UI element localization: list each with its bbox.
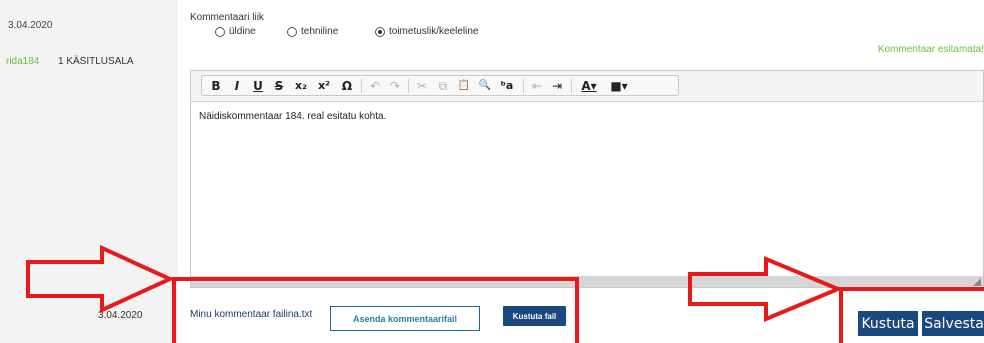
editor-statusbar	[191, 276, 983, 287]
comment-date: 3.04.2020	[8, 20, 53, 31]
special-char-button[interactable]: Ω	[340, 79, 354, 93]
subscript-button[interactable]: x₂	[293, 79, 309, 93]
radio-label: üldine	[229, 26, 256, 37]
left-sidebar	[0, 0, 178, 343]
radio-tehniline[interactable]: tehniline	[287, 26, 338, 37]
strikethrough-button[interactable]: S	[273, 79, 285, 93]
radio-selected-icon[interactable]	[375, 26, 385, 37]
find-icon[interactable]: 🔍	[478, 79, 492, 93]
underline-button[interactable]: U	[252, 79, 264, 93]
unsubmitted-notice: Kommentaar esitamata!	[877, 44, 984, 55]
editor-content[interactable]: Näidiskommentaar 184. real esitatu kohta…	[199, 111, 386, 122]
toolbar-separator	[571, 79, 572, 93]
toolbar-group: B I U S x₂ x² Ω ↶ ↷ ✂ ⧉ 📋 🔍 ᵇa ⇤ ⇥ A▾ ■▾	[201, 75, 679, 96]
delete-button[interactable]: Kustuta	[858, 311, 918, 336]
radio-label: toimetuslik/keeleline	[389, 26, 479, 37]
italic-button[interactable]: I	[231, 79, 243, 93]
editor-toolbar: B I U S x₂ x² Ω ↶ ↷ ✂ ⧉ 📋 🔍 ᵇa ⇤ ⇥ A▾ ■▾	[191, 71, 983, 102]
outdent-icon[interactable]: ⇤	[530, 79, 544, 93]
radio-label: tehniline	[301, 26, 339, 37]
superscript-button[interactable]: x²	[316, 79, 332, 93]
resize-handle-icon[interactable]	[973, 278, 981, 286]
copy-icon[interactable]: ⧉	[436, 79, 450, 93]
replace-icon[interactable]: ᵇa	[499, 79, 515, 93]
row-link[interactable]: rida184	[6, 56, 39, 67]
undo-icon[interactable]: ↶	[368, 79, 382, 93]
cut-icon[interactable]: ✂	[415, 79, 429, 93]
paste-icon[interactable]: 📋	[457, 79, 471, 93]
toolbar-separator	[361, 79, 362, 93]
comment-type-label: Kommentaari liik	[190, 12, 264, 23]
attached-file-link[interactable]: Minu kommentaar failina.txt	[190, 309, 312, 320]
rich-text-editor[interactable]: B I U S x₂ x² Ω ↶ ↷ ✂ ⧉ 📋 🔍 ᵇa ⇤ ⇥ A▾ ■▾…	[190, 70, 984, 288]
radio-circle-icon[interactable]	[215, 26, 225, 37]
background-color-button[interactable]: ■▾	[608, 79, 630, 93]
bold-button[interactable]: B	[210, 79, 222, 93]
toolbar-separator	[523, 79, 524, 93]
redo-icon[interactable]: ↷	[388, 79, 402, 93]
radio-toimetuslik[interactable]: toimetuslik/keeleline	[375, 26, 479, 37]
indent-icon[interactable]: ⇥	[550, 79, 564, 93]
file-date: 3.04.2020	[98, 310, 143, 321]
save-button[interactable]: Salvesta	[922, 311, 984, 336]
delete-file-button[interactable]: Kustuta fail	[503, 306, 566, 326]
radio-uldine[interactable]: üldine	[215, 26, 256, 37]
toolbar-separator	[408, 79, 409, 93]
row-section-title: 1 KÄSITLUSALA	[58, 56, 134, 67]
replace-comment-file-button[interactable]: Asenda kommentaarifail	[330, 306, 480, 331]
radio-circle-icon[interactable]	[287, 26, 297, 37]
text-color-button[interactable]: A▾	[578, 79, 600, 93]
